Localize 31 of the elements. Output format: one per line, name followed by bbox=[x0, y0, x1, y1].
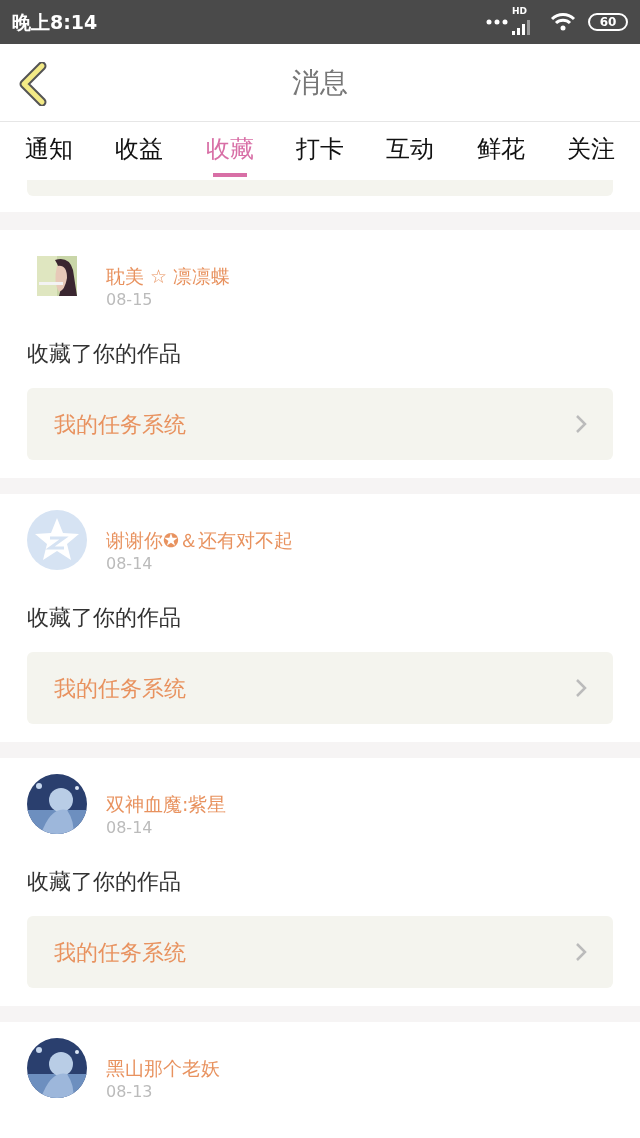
status-time: 晚上8:14 bbox=[12, 9, 98, 35]
page-title: 消息 bbox=[292, 64, 348, 101]
tab[interactable]: 关注 bbox=[545, 122, 636, 180]
network-label: HD bbox=[512, 7, 527, 16]
chevron-right-icon bbox=[575, 942, 587, 962]
task-card[interactable]: 我的任务系统 bbox=[27, 916, 613, 988]
wifi-icon bbox=[550, 12, 576, 32]
tab[interactable]: 互动 bbox=[365, 122, 456, 180]
battery-level: 60 bbox=[599, 16, 617, 28]
chevron-right-icon bbox=[575, 414, 587, 434]
task-card[interactable]: 我的任务系统 bbox=[27, 652, 613, 724]
message-text: 收藏了你的作品 bbox=[27, 606, 182, 630]
user-name[interactable]: 黑山那个老妖 bbox=[106, 1056, 220, 1080]
tab[interactable]: 鲜花 bbox=[455, 122, 546, 180]
message-text: 收藏了你的作品 bbox=[27, 870, 182, 894]
more-icon bbox=[486, 19, 508, 25]
tab[interactable]: 打卡 bbox=[274, 122, 366, 180]
tab[interactable]: 收益 bbox=[94, 122, 185, 180]
chevron-right-icon bbox=[575, 678, 587, 698]
message-date: 08-15 bbox=[106, 290, 154, 310]
message-date: 08-14 bbox=[106, 554, 154, 574]
message-date: 08-14 bbox=[106, 818, 154, 838]
tab[interactable]: 通知 bbox=[4, 122, 95, 180]
tab[interactable]: 收藏 bbox=[184, 122, 275, 180]
user-name[interactable]: 谢谢你✪＆还有对不起 bbox=[106, 528, 293, 552]
message-date: 08-13 bbox=[106, 1082, 154, 1102]
message-text: 收藏了你的作品 bbox=[27, 342, 182, 366]
default-avatar-icon bbox=[27, 510, 87, 570]
task-card[interactable]: 我的任务系统 bbox=[27, 388, 613, 460]
user-name[interactable]: 耽美 ☆ 凛凛蝶 bbox=[106, 264, 231, 288]
user-name[interactable]: 双神血魔:紫星 bbox=[106, 792, 227, 816]
